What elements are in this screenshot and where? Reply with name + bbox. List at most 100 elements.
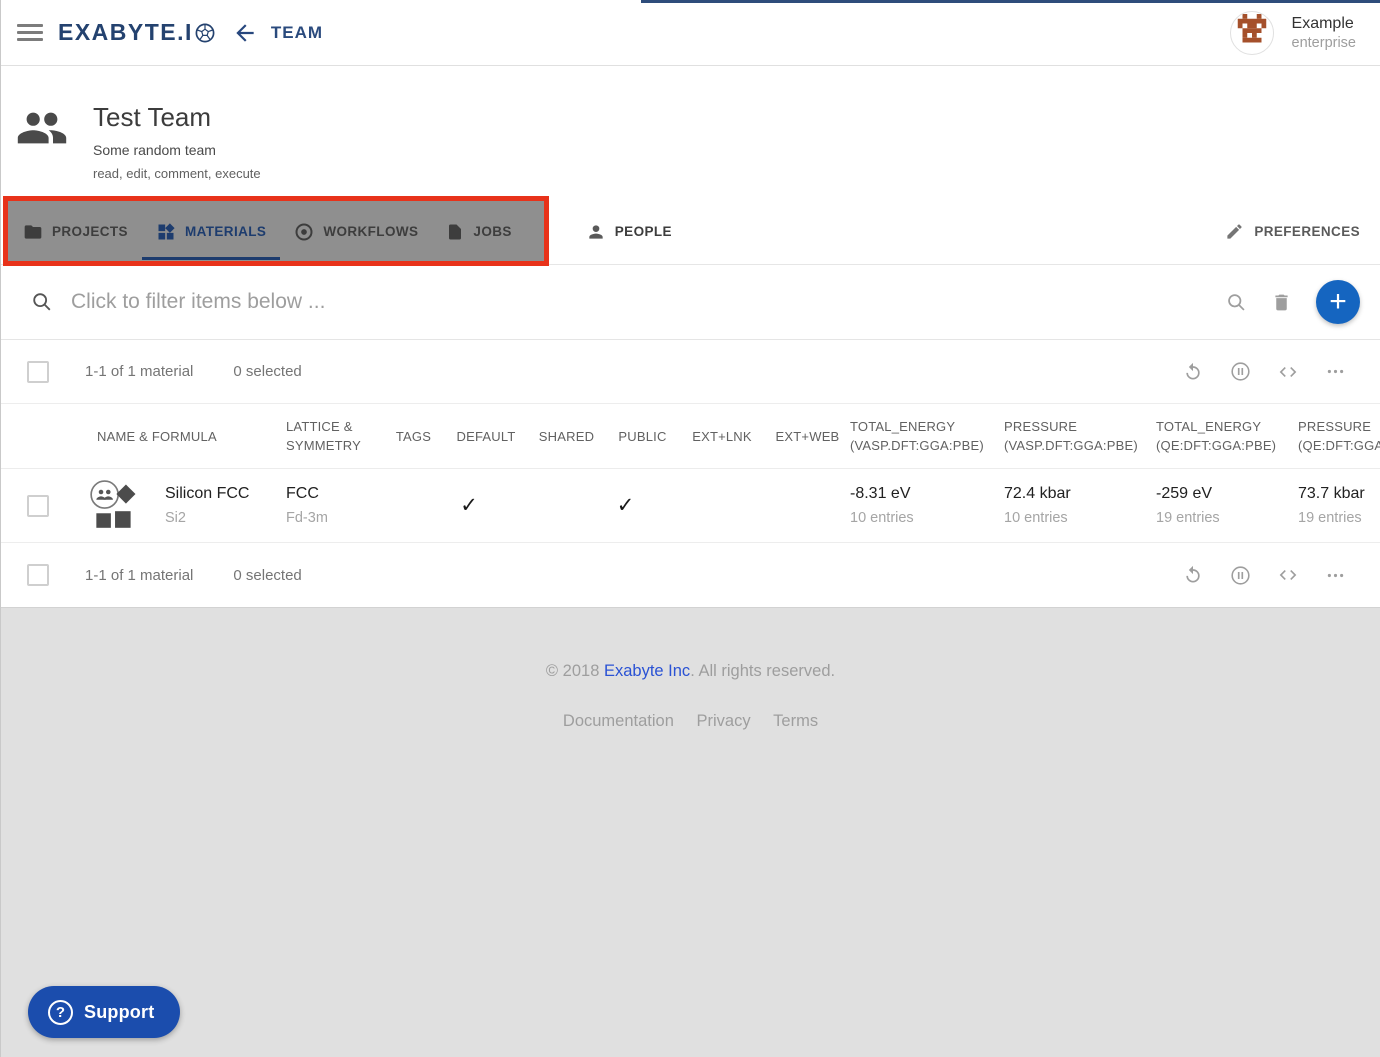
pressure-vasp-cell: 72.4 kbar 10 entries bbox=[1004, 469, 1156, 542]
column-header-total-energy-vasp[interactable]: TOTAL_ENERGY(VASP.DFT:GGA:PBE) bbox=[850, 404, 1004, 468]
team-name: Test Team bbox=[93, 102, 261, 133]
privacy-link[interactable]: Privacy bbox=[696, 712, 750, 730]
logo-text: EXABYTE.I bbox=[58, 19, 193, 46]
team-header: Test Team Some random team read, edit, c… bbox=[1, 66, 1380, 199]
material-entity-icon bbox=[87, 479, 141, 533]
more-button[interactable] bbox=[1325, 565, 1346, 586]
selected-count: 0 selected bbox=[233, 567, 301, 584]
name-formula-text: Silicon FCC Si2 bbox=[165, 485, 249, 526]
pressure-qe-cell: 73.7 kbar 19 entries bbox=[1298, 469, 1380, 542]
pencil-icon bbox=[1225, 222, 1244, 241]
pause-button[interactable] bbox=[1230, 361, 1251, 382]
name-formula-cell: Silicon FCC Si2 bbox=[57, 469, 286, 542]
top-edge-bar bbox=[641, 0, 1380, 3]
filter-actions: + bbox=[1226, 280, 1360, 324]
refresh-icon bbox=[1183, 362, 1203, 382]
row-checkbox[interactable] bbox=[27, 495, 49, 517]
column-header-pressure-qe[interactable]: PRESSURE(QE:DFT:GGA:PBE) bbox=[1298, 404, 1380, 468]
page: EXABYTE.I TEAM bbox=[0, 0, 1380, 1057]
preferences-button[interactable]: PREFERENCES bbox=[1205, 199, 1380, 264]
refresh-icon bbox=[1183, 565, 1203, 585]
column-header-ext-lnk[interactable]: EXT+LNK bbox=[679, 404, 765, 468]
total-energy-vasp-cell: -8.31 eV 10 entries bbox=[850, 469, 1004, 542]
code-button[interactable] bbox=[1278, 362, 1298, 382]
column-header-default[interactable]: DEFAULT bbox=[445, 404, 527, 468]
team-group-icon bbox=[15, 106, 69, 150]
exabyte-logo[interactable]: EXABYTE.I bbox=[58, 19, 216, 46]
list-toolbar-top: 1-1 of 1 material 0 selected bbox=[1, 340, 1380, 404]
question-mark-icon: ? bbox=[48, 1000, 73, 1025]
selected-count: 0 selected bbox=[233, 363, 301, 380]
table-row-silicon-fcc[interactable]: Silicon FCC Si2 FCC Fd-3m ✓ ✓ -8.31 eV 1… bbox=[1, 469, 1380, 543]
column-header-lattice-symmetry[interactable]: LATTICE &SYMMETRY bbox=[286, 404, 382, 468]
lattice-symmetry-cell: FCC Fd-3m bbox=[286, 469, 382, 542]
public-cell: ✓ bbox=[606, 469, 679, 542]
search-small-icon bbox=[1226, 292, 1247, 313]
widgets-icon bbox=[156, 222, 176, 242]
table-header-row: NAME & FORMULA LATTICE &SYMMETRY TAGS DE… bbox=[1, 404, 1380, 469]
shared-cell bbox=[527, 469, 606, 542]
column-header-pressure-vasp[interactable]: PRESSURE(VASP.DFT:GGA:PBE) bbox=[1004, 404, 1156, 468]
column-header-public[interactable]: PUBLIC bbox=[606, 404, 679, 468]
tab-jobs[interactable]: JOBS bbox=[432, 199, 525, 264]
back-arrow-icon[interactable] bbox=[232, 20, 258, 46]
copyright-suffix: . All rights reserved. bbox=[690, 662, 835, 680]
user-area: Example enterprise bbox=[1230, 11, 1356, 55]
tab-materials[interactable]: MATERIALS bbox=[142, 199, 280, 264]
footer-area: © 2018 Exabyte Inc. All rights reserved.… bbox=[1, 607, 1380, 1057]
search-button[interactable] bbox=[1226, 292, 1247, 313]
toolbar-actions bbox=[1183, 361, 1354, 382]
team-description: Some random team bbox=[93, 142, 261, 158]
select-all-checkbox[interactable] bbox=[27, 564, 49, 586]
column-header-tags[interactable]: TAGS bbox=[382, 404, 445, 468]
header-spacer bbox=[1, 404, 57, 468]
add-material-fab[interactable]: + bbox=[1316, 280, 1360, 324]
user-avatar[interactable] bbox=[1230, 11, 1274, 55]
metric-entries: 10 entries bbox=[850, 510, 914, 526]
check-icon: ✓ bbox=[617, 493, 635, 518]
tab-workflows[interactable]: WORKFLOWS bbox=[280, 199, 432, 264]
documentation-link[interactable]: Documentation bbox=[563, 712, 674, 730]
trash-icon bbox=[1271, 292, 1292, 313]
pagination-count: 1-1 of 1 material bbox=[85, 567, 193, 584]
user-info: Example enterprise bbox=[1292, 15, 1356, 51]
tab-projects[interactable]: PROJECTS bbox=[9, 199, 142, 264]
code-button[interactable] bbox=[1278, 565, 1298, 585]
ellipsis-icon bbox=[1325, 565, 1346, 586]
page-title: TEAM bbox=[271, 23, 323, 43]
refresh-button[interactable] bbox=[1183, 565, 1203, 585]
metric-value: 72.4 kbar bbox=[1004, 485, 1071, 503]
plus-icon: + bbox=[1329, 287, 1347, 317]
ext-lnk-cell bbox=[679, 469, 765, 542]
terms-link[interactable]: Terms bbox=[773, 712, 818, 730]
tab-label: WORKFLOWS bbox=[323, 224, 418, 239]
column-header-name-formula[interactable]: NAME & FORMULA bbox=[57, 404, 286, 468]
tags-cell bbox=[382, 469, 445, 542]
footer-links: Documentation Privacy Terms bbox=[1, 712, 1380, 731]
default-cell: ✓ bbox=[445, 469, 527, 542]
app-bar: EXABYTE.I TEAM bbox=[1, 0, 1380, 66]
copyright-line: © 2018 Exabyte Inc. All rights reserved. bbox=[1, 662, 1380, 681]
more-button[interactable] bbox=[1325, 361, 1346, 382]
material-name: Silicon FCC bbox=[165, 485, 249, 503]
tab-people[interactable]: PEOPLE bbox=[572, 199, 686, 264]
support-button[interactable]: ? Support bbox=[28, 986, 180, 1038]
tab-label: PROJECTS bbox=[52, 224, 128, 239]
select-all-checkbox[interactable] bbox=[27, 361, 49, 383]
column-header-shared[interactable]: SHARED bbox=[527, 404, 606, 468]
symmetry-group: Fd-3m bbox=[286, 510, 328, 526]
filter-input[interactable] bbox=[71, 290, 1226, 314]
column-header-total-energy-qe[interactable]: TOTAL_ENERGY(QE:DFT:GGA:PBE) bbox=[1156, 404, 1298, 468]
delete-button[interactable] bbox=[1271, 292, 1292, 313]
pagination-count: 1-1 of 1 material bbox=[85, 363, 193, 380]
company-link[interactable]: Exabyte Inc bbox=[604, 662, 690, 680]
refresh-button[interactable] bbox=[1183, 362, 1203, 382]
hamburger-menu-icon[interactable] bbox=[17, 20, 43, 45]
pause-button[interactable] bbox=[1230, 565, 1251, 586]
metric-entries: 19 entries bbox=[1156, 510, 1220, 526]
column-header-ext-web[interactable]: EXT+WEB bbox=[765, 404, 850, 468]
team-permissions: read, edit, comment, execute bbox=[93, 166, 261, 181]
active-tab-indicator bbox=[142, 257, 280, 260]
metric-entries: 10 entries bbox=[1004, 510, 1071, 526]
person-icon bbox=[586, 222, 606, 242]
